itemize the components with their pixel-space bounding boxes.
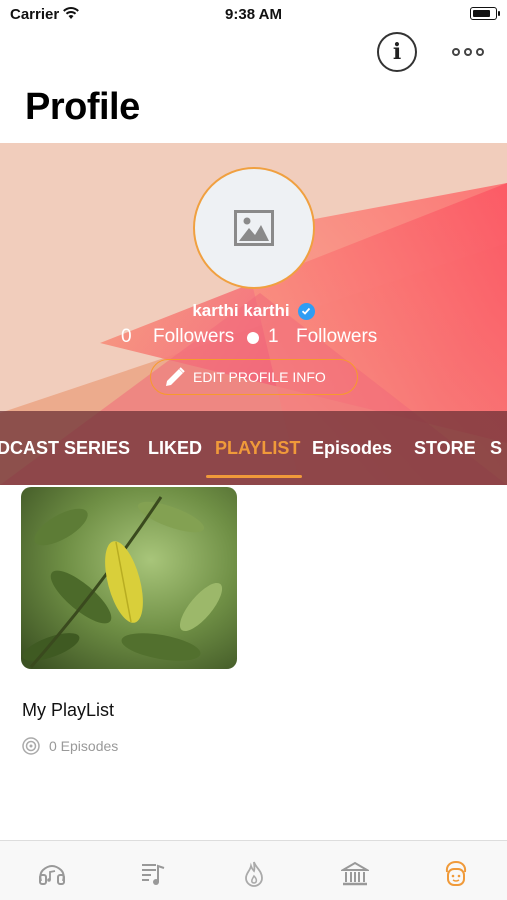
follow-stats: 0 Followers 1 Followers — [0, 326, 507, 348]
playlist-title[interactable]: My PlayList — [22, 700, 114, 721]
clock: 9:38 AM — [225, 6, 282, 23]
nav-playlists[interactable] — [138, 859, 168, 889]
nav-trending[interactable] — [239, 859, 269, 889]
edit-profile-button[interactable]: EDIT PROFILE INFO — [150, 359, 358, 395]
library-icon — [341, 861, 369, 886]
following-label[interactable]: Followers — [296, 326, 377, 348]
page-title: Profile — [25, 86, 140, 128]
more-dot-icon — [452, 48, 460, 56]
active-tab-indicator — [206, 475, 302, 478]
profile-face-icon — [445, 860, 467, 886]
leaf-photo — [21, 487, 237, 669]
username-row: karthi karthi — [0, 301, 507, 321]
tab-podcast-series[interactable]: DCAST SERIES — [0, 438, 130, 459]
more-dot-icon — [464, 48, 472, 56]
followers-count[interactable]: 0 — [121, 326, 132, 348]
disc-icon — [22, 737, 40, 755]
tab-liked[interactable]: LIKED — [148, 438, 202, 459]
verified-badge-icon — [297, 302, 315, 320]
pencil-icon — [166, 367, 185, 386]
image-placeholder-icon — [234, 210, 274, 246]
tab-more[interactable]: S — [490, 438, 502, 459]
playlist-thumbnail[interactable] — [21, 487, 237, 669]
edit-profile-label: EDIT PROFILE INFO — [193, 369, 326, 385]
username: karthi karthi — [192, 301, 290, 320]
tab-store[interactable]: STORE — [414, 438, 476, 459]
bottom-tab-bar — [0, 840, 507, 900]
flame-icon — [245, 861, 263, 887]
nav-library[interactable] — [340, 859, 370, 889]
tab-episodes[interactable]: Episodes — [312, 438, 392, 459]
battery-icon — [470, 7, 500, 20]
profile-avatar[interactable] — [193, 167, 315, 289]
more-dot-icon — [476, 48, 484, 56]
followers-label[interactable]: Followers — [153, 326, 234, 348]
status-bar: Carrier 9:38 AM — [0, 0, 507, 28]
info-icon: i — [392, 39, 402, 65]
tab-playlist[interactable]: PLAYLIST — [215, 438, 300, 459]
separator-dot — [247, 332, 259, 344]
nav-music[interactable] — [37, 859, 67, 889]
profile-tabs: DCAST SERIES LIKED PLAYLIST Episodes STO… — [0, 411, 507, 485]
nav-profile[interactable] — [441, 859, 471, 889]
more-options-button[interactable] — [450, 42, 486, 62]
episode-count-row: 0 Episodes — [22, 737, 118, 755]
music-icon — [39, 865, 65, 885]
playlist-icon — [142, 864, 165, 885]
info-button[interactable]: i — [377, 32, 417, 72]
episode-count: 0 Episodes — [49, 738, 119, 754]
following-count[interactable]: 1 — [268, 326, 279, 348]
